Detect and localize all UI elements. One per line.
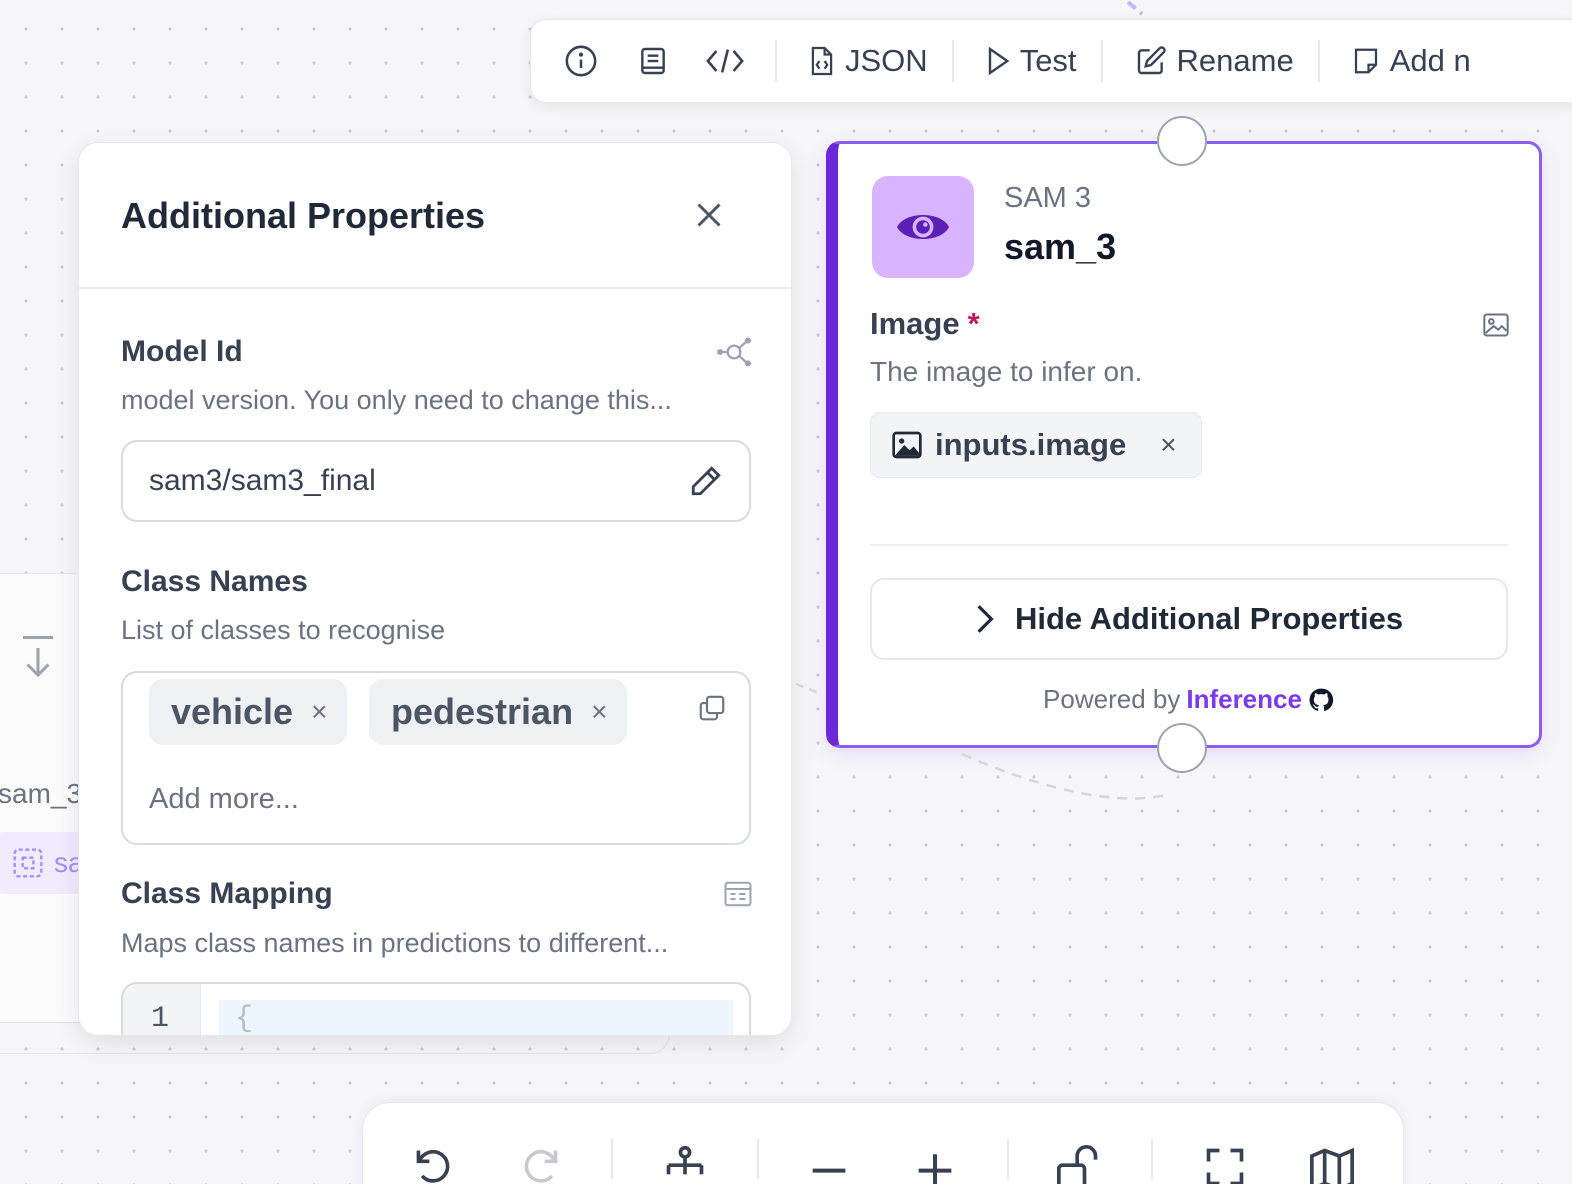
file-code-icon (811, 46, 833, 76)
redo-icon[interactable] (519, 1145, 563, 1184)
inference-link[interactable]: Inference (1186, 684, 1302, 715)
toolbar-divider (1100, 40, 1103, 82)
image-input-chip[interactable]: inputs.image × (870, 412, 1202, 478)
json-label: JSON (845, 43, 928, 78)
play-icon (988, 46, 1010, 76)
remove-tag-icon[interactable]: × (311, 696, 327, 728)
zoom-in-icon[interactable] (915, 1145, 955, 1184)
lock-icon[interactable] (1055, 1145, 1103, 1184)
test-button[interactable]: Test (972, 43, 1091, 79)
tag-chip[interactable]: pedestrian × (369, 679, 628, 745)
json-button[interactable]: JSON (795, 43, 942, 79)
chevron-right-icon (977, 605, 994, 633)
sam3-node[interactable]: SAM 3 sam_3 Image * The image to infer on… (826, 141, 1542, 748)
add-more-placeholder[interactable]: Add more... (149, 783, 299, 816)
line-number: 1 (151, 1002, 170, 1036)
code-text: { (235, 1002, 254, 1036)
arrow-down-icon (20, 634, 56, 680)
background-node-name: sam_3 (0, 778, 83, 809)
incoming-edge (1126, 0, 1144, 16)
active-code-line[interactable]: { (219, 1000, 733, 1036)
node-type-label: SAM 3 (1004, 182, 1092, 214)
fit-view-icon[interactable] (1203, 1145, 1247, 1184)
zoom-out-icon[interactable] (809, 1145, 849, 1184)
model-id-label: Model Id (121, 335, 243, 368)
class-mapping-label: Class Mapping (121, 877, 333, 910)
tag-label: vehicle (171, 691, 294, 732)
add-note-button[interactable]: Add n (1338, 43, 1485, 79)
docs-icon[interactable] (633, 41, 673, 81)
line-gutter: 1 (123, 984, 201, 1036)
toolbar-divider (1317, 40, 1320, 82)
controls-divider (757, 1139, 759, 1179)
controls-divider (1007, 1139, 1009, 1179)
class-mapping-description: Maps class names in predictions to diffe… (121, 928, 669, 958)
minimap-icon[interactable] (1307, 1145, 1357, 1184)
panel-header: Additional Properties (79, 143, 791, 289)
required-marker: * (967, 306, 980, 341)
image-input-value: inputs.image (935, 427, 1127, 462)
node-type-icon (872, 176, 974, 278)
class-names-description: List of classes to recognise (121, 615, 446, 645)
edit-icon (1137, 46, 1166, 75)
node-toolbar: JSON Test Rename Add n (530, 19, 1572, 103)
pencil-icon[interactable] (689, 464, 723, 498)
powered-by-text: Powered by (1043, 684, 1181, 714)
additional-properties-panel: Additional Properties Model Id model ver… (78, 142, 792, 1036)
class-names-label: Class Names (121, 565, 308, 598)
note-icon (1354, 48, 1377, 74)
auto-layout-icon[interactable] (661, 1145, 709, 1184)
toggle-label: Hide Additional Properties (1014, 601, 1404, 636)
hide-additional-properties-button[interactable]: Hide Additional Properties (870, 578, 1508, 660)
select-region-icon (13, 848, 43, 878)
model-id-value: sam3/sam3_final (149, 464, 376, 497)
node-name: sam_3 (1004, 226, 1117, 267)
github-icon[interactable] (1308, 687, 1334, 713)
connection-edge (961, 752, 1171, 800)
image-label-text: Image (870, 306, 960, 341)
image-icon (1482, 312, 1510, 338)
info-icon[interactable] (561, 41, 601, 81)
panel-title: Additional Properties (121, 195, 486, 236)
input-handle[interactable] (1157, 116, 1207, 166)
add-note-label: Add n (1389, 43, 1471, 78)
remove-input-icon[interactable]: × (1160, 429, 1176, 461)
tag-chip[interactable]: vehicle × (149, 679, 348, 745)
image-field-label: Image * (870, 306, 980, 342)
tag-label: pedestrian (391, 691, 574, 732)
remove-tag-icon[interactable]: × (591, 696, 607, 728)
connection-icon[interactable] (715, 335, 753, 369)
canvas-controls (362, 1102, 1404, 1184)
powered-by: Powered by Inference (838, 684, 1539, 715)
image-field-description: The image to infer on. (870, 356, 1143, 387)
eye-icon (897, 215, 949, 239)
model-id-input[interactable]: sam3/sam3_final (121, 440, 751, 522)
test-label: Test (1019, 43, 1077, 78)
toolbar-divider (951, 40, 954, 82)
dictionary-icon[interactable] (723, 880, 753, 908)
class-names-tag-input[interactable]: vehicle × pedestrian × Add more... (121, 671, 751, 845)
code-icon[interactable] (705, 41, 745, 81)
undo-icon[interactable] (411, 1145, 455, 1184)
controls-divider (1151, 1139, 1153, 1179)
toolbar-divider (775, 40, 777, 82)
connection-edge-stub (796, 682, 823, 696)
image-icon (892, 431, 922, 459)
rename-label: Rename (1176, 43, 1294, 78)
node-divider (870, 544, 1508, 546)
controls-divider (611, 1139, 613, 1179)
close-icon[interactable] (691, 197, 727, 233)
rename-button[interactable]: Rename (1121, 43, 1308, 79)
class-mapping-editor[interactable]: 1 { (121, 982, 751, 1036)
model-id-description: model version. You only need to change t… (121, 385, 672, 415)
copy-icon[interactable] (697, 693, 727, 723)
